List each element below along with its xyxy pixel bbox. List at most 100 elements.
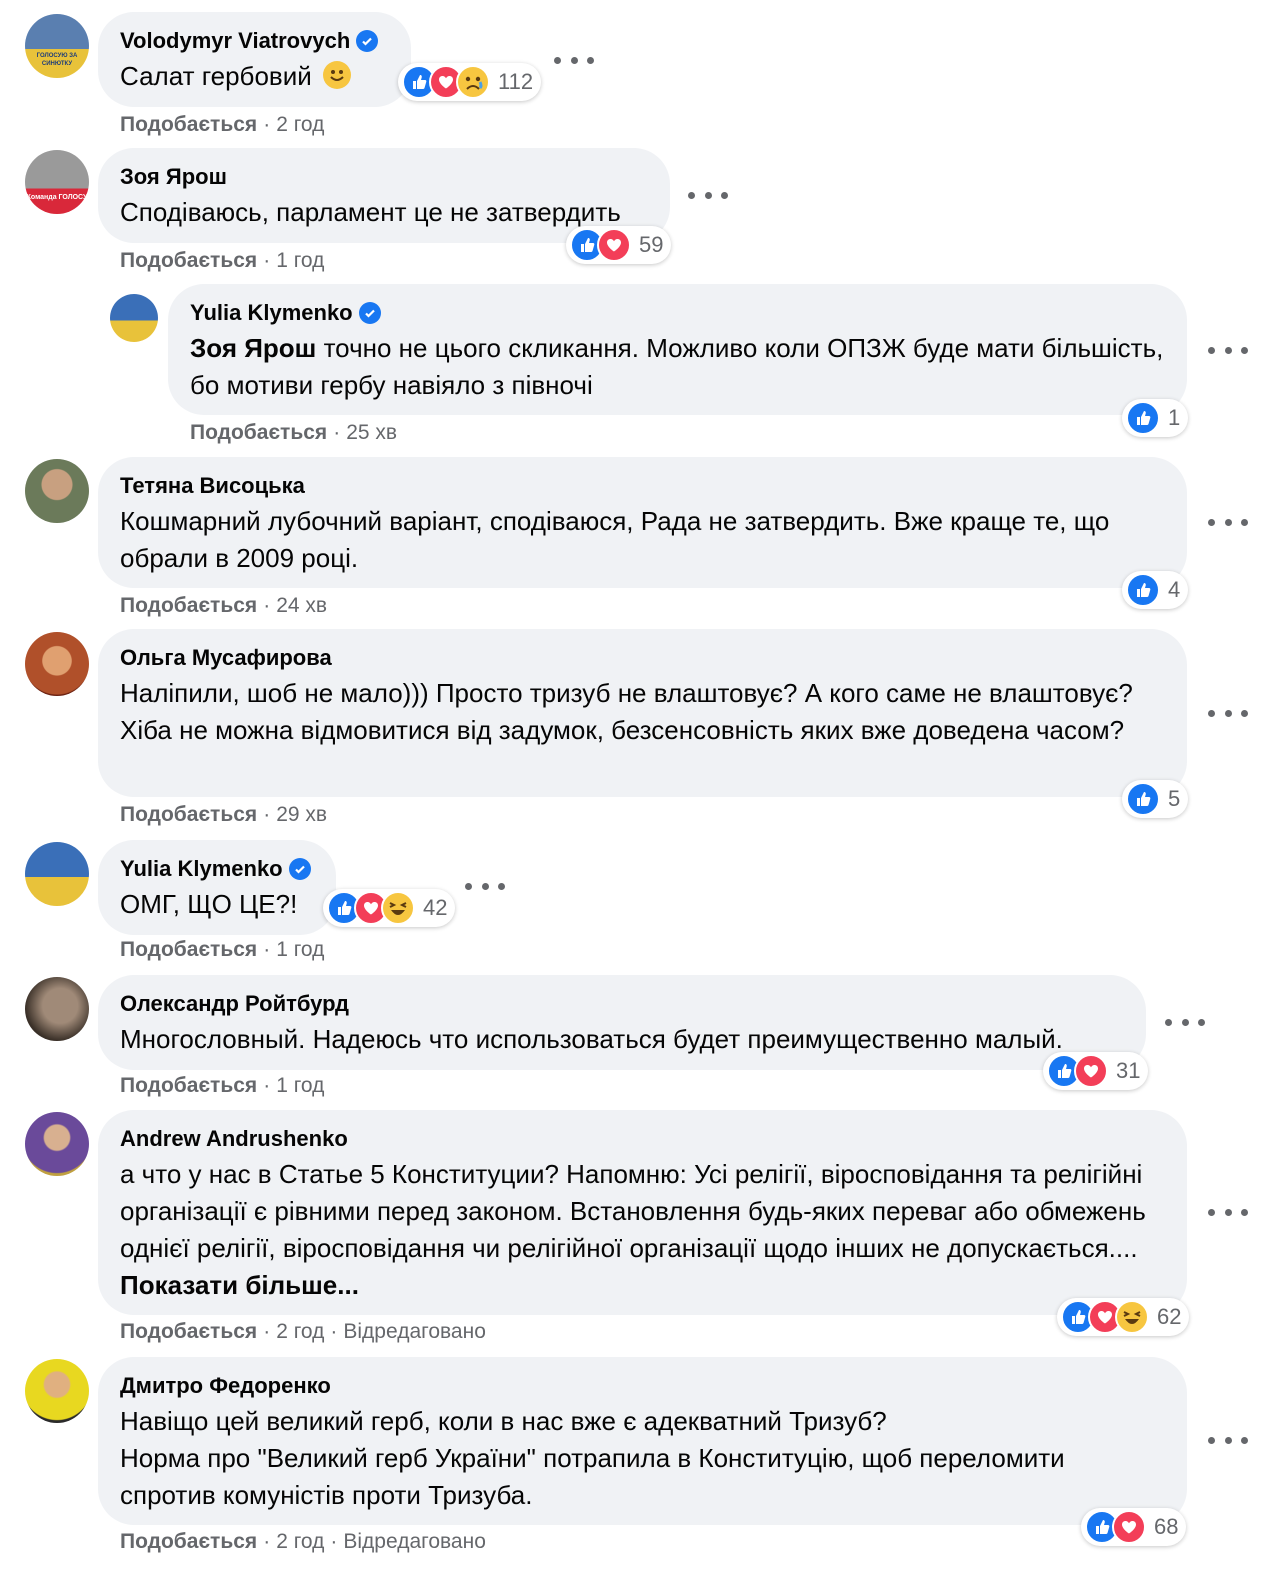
reactions-summary[interactable]: 62 xyxy=(1057,1298,1190,1336)
avatar[interactable] xyxy=(25,1359,89,1423)
like-reaction-icon xyxy=(1126,401,1160,435)
comment-time[interactable]: 1 год xyxy=(276,1074,324,1097)
more-options-button[interactable] xyxy=(1208,1202,1248,1222)
more-options-button[interactable] xyxy=(688,185,728,205)
comment-actions: Подобається · 2 год xyxy=(120,113,325,136)
haha-reaction-icon xyxy=(381,891,415,925)
reaction-count: 62 xyxy=(1157,1304,1182,1329)
avatar[interactable] xyxy=(25,632,89,696)
love-reaction-icon xyxy=(597,228,631,262)
reactions-summary[interactable]: 112 xyxy=(398,63,542,101)
comment-actions: Подобається · 1 год xyxy=(120,938,325,961)
comment-time[interactable]: 2 год xyxy=(276,113,324,136)
comment-bubble: Тетяна Висоцька Кошмарний лубочний варіа… xyxy=(98,457,1187,588)
comment-bubble: Yulia Klymenko ОМГ, ЩО ЦЕ?! xyxy=(98,840,336,935)
author-name[interactable]: Yulia Klymenko xyxy=(120,854,283,884)
more-options-button[interactable] xyxy=(1208,512,1248,532)
haha-reaction-icon xyxy=(1115,1300,1149,1334)
avatar[interactable] xyxy=(25,459,89,523)
reactions-summary[interactable]: 5 xyxy=(1122,780,1189,818)
reaction-count: 42 xyxy=(423,895,448,920)
comment-text: а что у нас в Статье 5 Конституции? Напо… xyxy=(120,1159,1146,1263)
comment-text: ОМГ, ЩО ЦЕ?! xyxy=(120,889,298,919)
comment-text: Салат гербовий xyxy=(120,61,312,91)
more-options-button[interactable] xyxy=(554,50,594,70)
reaction-count: 68 xyxy=(1154,1514,1179,1539)
like-button[interactable]: Подобається xyxy=(120,594,257,617)
comment-text: Многословный. Надеюсь что использоваться… xyxy=(120,1024,1063,1054)
smile-emoji-icon xyxy=(323,61,351,89)
comment-text: точно не цього скликання. Можливо коли О… xyxy=(190,333,1164,400)
reactions-summary[interactable]: 31 xyxy=(1043,1052,1149,1090)
love-reaction-icon xyxy=(1074,1054,1108,1088)
reaction-count: 1 xyxy=(1168,405,1181,430)
comment-actions: Подобається · 1 год xyxy=(120,1074,325,1097)
like-button[interactable]: Подобається xyxy=(120,1530,257,1553)
avatar[interactable]: Команда ГОЛОСУ xyxy=(25,150,89,214)
avatar[interactable]: ГОЛОСУЮ ЗА СИНЮТКУ xyxy=(25,14,89,78)
comment-text: Наліпили, шоб не мало))) Просто тризуб н… xyxy=(120,678,1133,745)
comment-time[interactable]: 25 хв xyxy=(346,421,397,444)
comment-text: Кошмарний лубочний варіант, сподіваюся, … xyxy=(120,506,1110,573)
author-name[interactable]: Ольга Мусафирова xyxy=(120,643,332,673)
like-button[interactable]: Подобається xyxy=(120,113,257,136)
comment-bubble: Ольга Мусафирова Наліпили, шоб не мало))… xyxy=(98,629,1187,797)
comment-actions: Подобається · 2 год · Відредаговано xyxy=(120,1320,486,1343)
like-button[interactable]: Подобається xyxy=(190,421,327,444)
see-more-link[interactable]: Показати більше... xyxy=(120,1270,359,1300)
comment-actions: Подобається · 1 год xyxy=(120,249,325,272)
comment-bubble: Олександр Ройтбурд Многословный. Надеюсь… xyxy=(98,975,1146,1070)
reaction-count: 59 xyxy=(639,232,664,257)
comment-text: Навіщо цей великий герб, коли в нас вже … xyxy=(120,1406,1065,1510)
author-name[interactable]: Тетяна Висоцька xyxy=(120,471,305,501)
avatar[interactable] xyxy=(25,977,89,1041)
avatar[interactable] xyxy=(110,294,158,342)
verified-badge-icon xyxy=(358,302,381,324)
like-button[interactable]: Подобається xyxy=(120,1074,257,1097)
more-options-button[interactable] xyxy=(1208,703,1248,723)
author-name[interactable]: Yulia Klymenko xyxy=(190,298,353,328)
avatar-caption: ГОЛОСУЮ ЗА СИНЮТКУ xyxy=(36,53,78,67)
sad-reaction-icon xyxy=(456,65,490,99)
comment-time[interactable]: 24 хв xyxy=(276,594,327,617)
author-name[interactable]: Volodymyr Viatrovych xyxy=(120,26,350,56)
like-button[interactable]: Подобається xyxy=(120,249,257,272)
edited-label: Відредаговано xyxy=(343,1530,486,1553)
comment-time[interactable]: 29 хв xyxy=(276,803,327,826)
comment-bubble: Дмитро Федоренко Навіщо цей великий герб… xyxy=(98,1357,1187,1525)
like-button[interactable]: Подобається xyxy=(120,803,257,826)
comment-bubble: Volodymyr Viatrovych Салат гербовий xyxy=(98,12,411,107)
more-options-button[interactable] xyxy=(1208,340,1248,360)
reactions-summary[interactable]: 42 xyxy=(323,889,456,927)
comment-actions: Подобається · 25 хв xyxy=(190,421,398,444)
like-button[interactable]: Подобається xyxy=(120,938,257,961)
reactions-summary[interactable]: 68 xyxy=(1081,1508,1187,1546)
comment-time[interactable]: 1 год xyxy=(276,938,324,961)
reactions-summary[interactable]: 1 xyxy=(1122,399,1189,437)
comment-text: Сподіваюсь, парламент це не затвердить xyxy=(120,197,621,227)
more-options-button[interactable] xyxy=(465,876,505,896)
avatar-caption: Команда ГОЛОСУ xyxy=(26,194,88,201)
author-name[interactable]: Олександр Ройтбурд xyxy=(120,989,349,1019)
reactions-summary[interactable]: 4 xyxy=(1122,571,1189,609)
comment-actions: Подобається · 2 год · Відредаговано xyxy=(120,1530,486,1553)
reaction-count: 4 xyxy=(1168,577,1181,602)
verified-badge-icon xyxy=(356,30,379,52)
reactions-summary[interactable]: 59 xyxy=(566,226,672,264)
like-reaction-icon xyxy=(1126,782,1160,816)
avatar[interactable] xyxy=(25,842,89,906)
edited-label: Відредаговано xyxy=(343,1320,486,1343)
reaction-count: 112 xyxy=(498,69,534,94)
author-name[interactable]: Зоя Ярош xyxy=(120,162,227,192)
mention-link[interactable]: Зоя Ярош xyxy=(190,333,316,363)
more-options-button[interactable] xyxy=(1208,1430,1248,1450)
comment-time[interactable]: 1 год xyxy=(276,249,324,272)
more-options-button[interactable] xyxy=(1165,1012,1205,1032)
author-name[interactable]: Andrew Andrushenko xyxy=(120,1124,348,1154)
like-reaction-icon xyxy=(1126,573,1160,607)
comment-time[interactable]: 2 год xyxy=(276,1530,324,1553)
author-name[interactable]: Дмитро Федоренко xyxy=(120,1371,331,1401)
avatar[interactable] xyxy=(25,1112,89,1176)
comment-time[interactable]: 2 год xyxy=(276,1320,324,1343)
like-button[interactable]: Подобається xyxy=(120,1320,257,1343)
